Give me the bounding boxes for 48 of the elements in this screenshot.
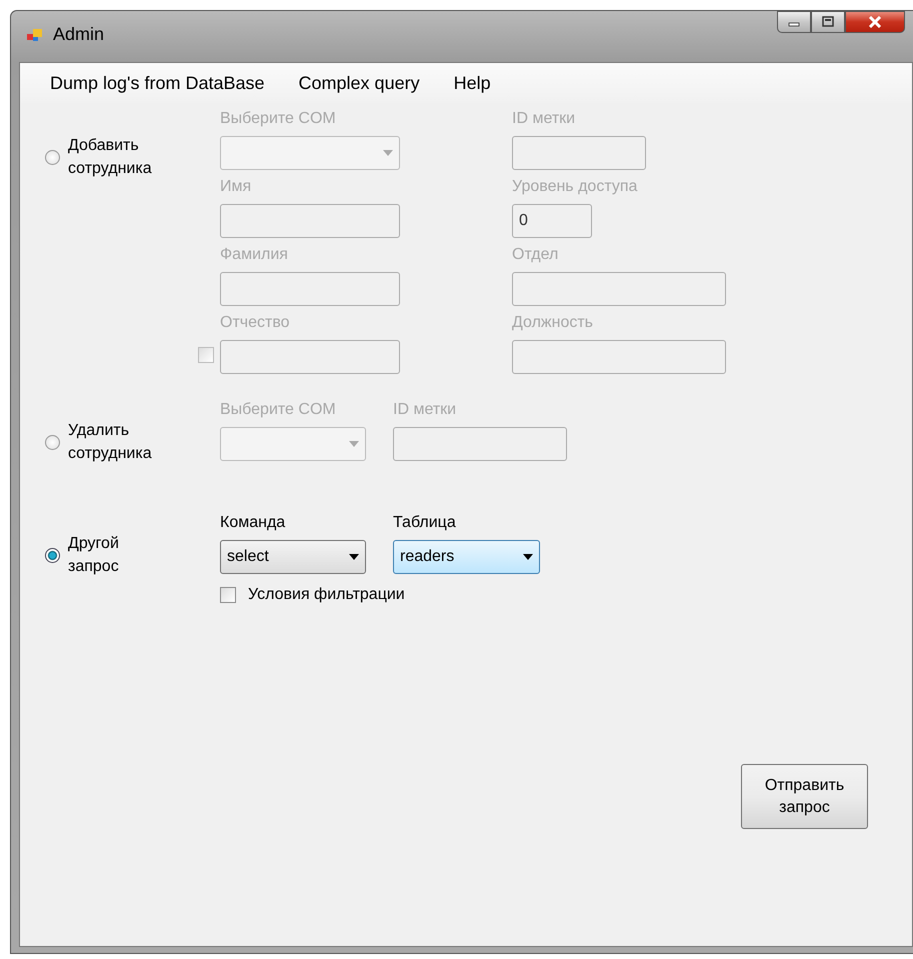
menu-item[interactable]: Dump log's from DataBase: [50, 72, 265, 94]
input-field[interactable]: 0: [512, 204, 592, 238]
submit-button[interactable]: Отправить запрос: [741, 764, 868, 829]
input-field[interactable]: [220, 204, 400, 238]
field-label: Команда: [220, 513, 286, 533]
radio-button[interactable]: [45, 548, 60, 562]
field-label: Выберите COM: [220, 400, 337, 420]
field-label: ID метки: [393, 400, 458, 420]
radio-label[interactable]: Удалить сотрудника: [68, 419, 160, 465]
dropdown[interactable]: readers: [393, 540, 540, 574]
radio-button[interactable]: [45, 150, 60, 164]
field-label: Таблица: [393, 513, 457, 533]
caret-icon: [349, 554, 359, 560]
radio-label[interactable]: Другой запрос: [68, 532, 160, 578]
maximize-icon: [821, 16, 835, 28]
menu-item[interactable]: Help: [454, 72, 491, 94]
app-icon: [27, 28, 43, 42]
input-field[interactable]: [220, 340, 400, 374]
field-label: Имя: [220, 177, 252, 197]
checkbox[interactable]: [220, 587, 236, 603]
input-field[interactable]: [512, 272, 726, 306]
dropdown[interactable]: [220, 136, 400, 170]
input-field[interactable]: [512, 340, 726, 374]
dropdown[interactable]: select: [220, 540, 366, 574]
caret-icon: [383, 150, 393, 156]
field-label: Выберите COM: [220, 109, 337, 129]
close-button[interactable]: [845, 11, 905, 33]
dropdown[interactable]: [220, 427, 366, 461]
maximize-button[interactable]: [811, 11, 845, 33]
checkbox[interactable]: [198, 347, 214, 363]
field-label: Отчество: [220, 313, 291, 333]
field-label: Уровень доступа: [512, 177, 638, 197]
caret-icon: [523, 554, 533, 560]
input-field[interactable]: [220, 272, 400, 306]
radio-label[interactable]: Добавить сотрудника: [68, 134, 160, 180]
input-field[interactable]: [393, 427, 567, 461]
window-title: Admin: [53, 24, 104, 45]
field-label: ID метки: [512, 109, 576, 129]
checkbox-label[interactable]: Условия фильтрации: [248, 586, 405, 604]
field-label: Отдел: [512, 245, 560, 265]
field-label: Должность: [512, 313, 594, 333]
radio-button[interactable]: [45, 434, 60, 450]
caret-icon: [349, 441, 359, 447]
minimize-button[interactable]: [777, 11, 811, 33]
close-icon: [867, 16, 883, 28]
menu-item[interactable]: Complex query: [298, 72, 420, 94]
input-field[interactable]: [512, 136, 646, 170]
field-label: Фамилия: [220, 245, 289, 265]
